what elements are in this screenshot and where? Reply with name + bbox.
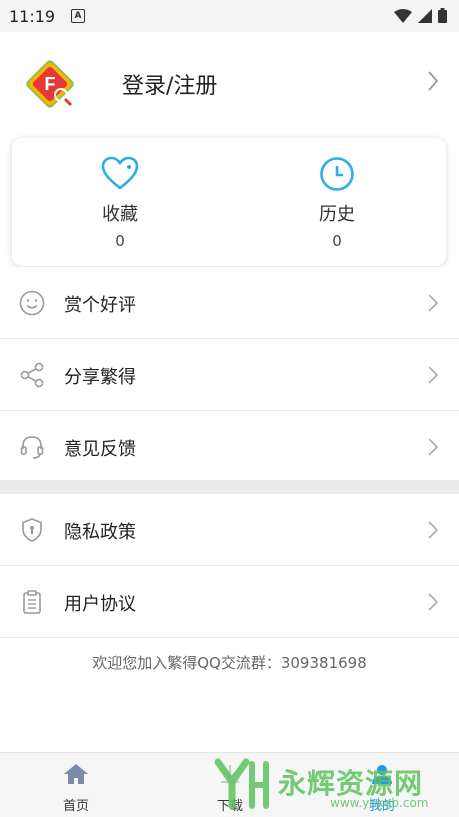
section-divider: [0, 480, 459, 494]
favorites-label: 收藏: [102, 204, 138, 225]
menu-item-label: 用户协议: [64, 594, 136, 615]
profile-header[interactable]: F 登录/注册: [0, 32, 459, 134]
headset-icon: [20, 436, 44, 459]
smiley-icon: [19, 290, 45, 316]
tab-label: 首页: [62, 799, 89, 814]
menu-item-label: 赏个好评: [64, 295, 136, 316]
qq-group-info: 欢迎您加入繁得QQ交流群：309381698: [92, 654, 367, 672]
menu-group-1: 赏个好评 分享繁得 意见反馈: [0, 267, 459, 483]
chevron-right-icon: [428, 366, 439, 384]
share-item[interactable]: 分享繁得: [0, 339, 459, 411]
app-logo-icon: F: [26, 60, 74, 108]
menu-group-2: 隐私政策 用户协议: [0, 494, 459, 638]
menu-item-label: 分享繁得: [64, 367, 136, 388]
watermark-url: www.yhkgb.com: [330, 796, 429, 810]
favorites-stat[interactable]: 收藏 0: [60, 156, 180, 250]
system-icons: [394, 8, 447, 23]
feedback-item[interactable]: 意见反馈: [0, 411, 459, 483]
menu-item-label: 隐私政策: [64, 522, 136, 543]
home-icon: [64, 764, 88, 784]
privacy-policy-item[interactable]: 隐私政策: [0, 494, 459, 566]
clipboard-icon: [23, 590, 41, 614]
chevron-right-icon: [428, 438, 439, 456]
rate-us-item[interactable]: 赏个好评: [0, 267, 459, 339]
notification-a-icon: A: [71, 9, 85, 23]
battery-icon: [438, 8, 447, 23]
chevron-right-icon: [428, 294, 439, 312]
watermark: 永辉资源网 www.yhkgb.com: [212, 756, 452, 814]
wifi-icon: [394, 8, 412, 23]
history-count: 0: [332, 232, 342, 250]
clock-icon: [320, 157, 354, 191]
history-label: 历史: [319, 204, 355, 225]
share-icon: [20, 362, 44, 388]
chevron-right-icon: [428, 71, 439, 91]
signal-icon: [418, 8, 432, 23]
history-stat[interactable]: 历史 0: [277, 156, 397, 250]
stats-card: 收藏 0 历史 0: [12, 138, 446, 266]
status-time: 11:19: [9, 7, 56, 26]
chevron-right-icon: [428, 521, 439, 539]
favorites-count: 0: [115, 232, 125, 250]
watermark-logo-icon: [214, 758, 269, 810]
tab-home[interactable]: 首页: [26, 763, 126, 814]
svg-text:F: F: [45, 74, 56, 94]
shield-icon: [22, 518, 42, 542]
user-agreement-item[interactable]: 用户协议: [0, 566, 459, 638]
menu-item-label: 意见反馈: [64, 439, 136, 460]
login-register-label[interactable]: 登录/注册: [122, 68, 217, 100]
heart-icon: [101, 156, 139, 190]
status-bar: 11:19 A: [0, 0, 459, 32]
chevron-right-icon: [428, 593, 439, 611]
